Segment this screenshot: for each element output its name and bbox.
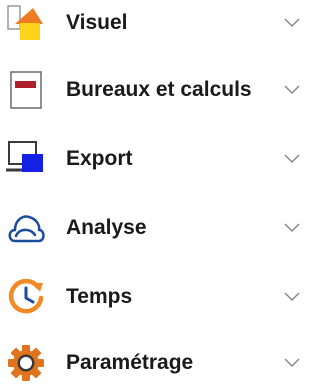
chevron-down-icon[interactable] [283, 151, 301, 165]
chevron-down-icon[interactable] [283, 82, 301, 96]
chevron-down-icon[interactable] [283, 15, 301, 29]
menu-item-analyse[interactable]: Analyse [0, 205, 311, 251]
chevron-down-icon[interactable] [283, 355, 301, 369]
menu-item-label: Temps [66, 285, 133, 308]
menu-item-label: Paramétrage [66, 351, 194, 374]
menu-item-temps[interactable]: Temps [0, 274, 311, 320]
menu-item-label: Analyse [66, 216, 147, 239]
menu-item-parametrage[interactable]: Paramétrage [0, 340, 311, 386]
sidebar-menu: Visuel Bureaux et calculs Export Analyse… [0, 0, 311, 381]
settings-gear-icon [6, 343, 46, 383]
visual-shapes-icon [6, 3, 46, 43]
desktop-window-icon [6, 70, 46, 110]
chevron-down-icon[interactable] [283, 220, 301, 234]
menu-item-label: Bureaux et calculs [66, 78, 252, 101]
menu-item-visuel[interactable]: Visuel [0, 0, 311, 46]
clock-icon [6, 277, 46, 317]
cloud-analysis-icon [6, 208, 46, 248]
export-monitor-icon [6, 139, 46, 179]
menu-item-export[interactable]: Export [0, 136, 311, 182]
menu-item-bureaux-et-calculs[interactable]: Bureaux et calculs [0, 67, 311, 113]
menu-item-label: Export [66, 147, 133, 170]
chevron-down-icon[interactable] [283, 289, 301, 303]
menu-item-label: Visuel [66, 11, 128, 34]
